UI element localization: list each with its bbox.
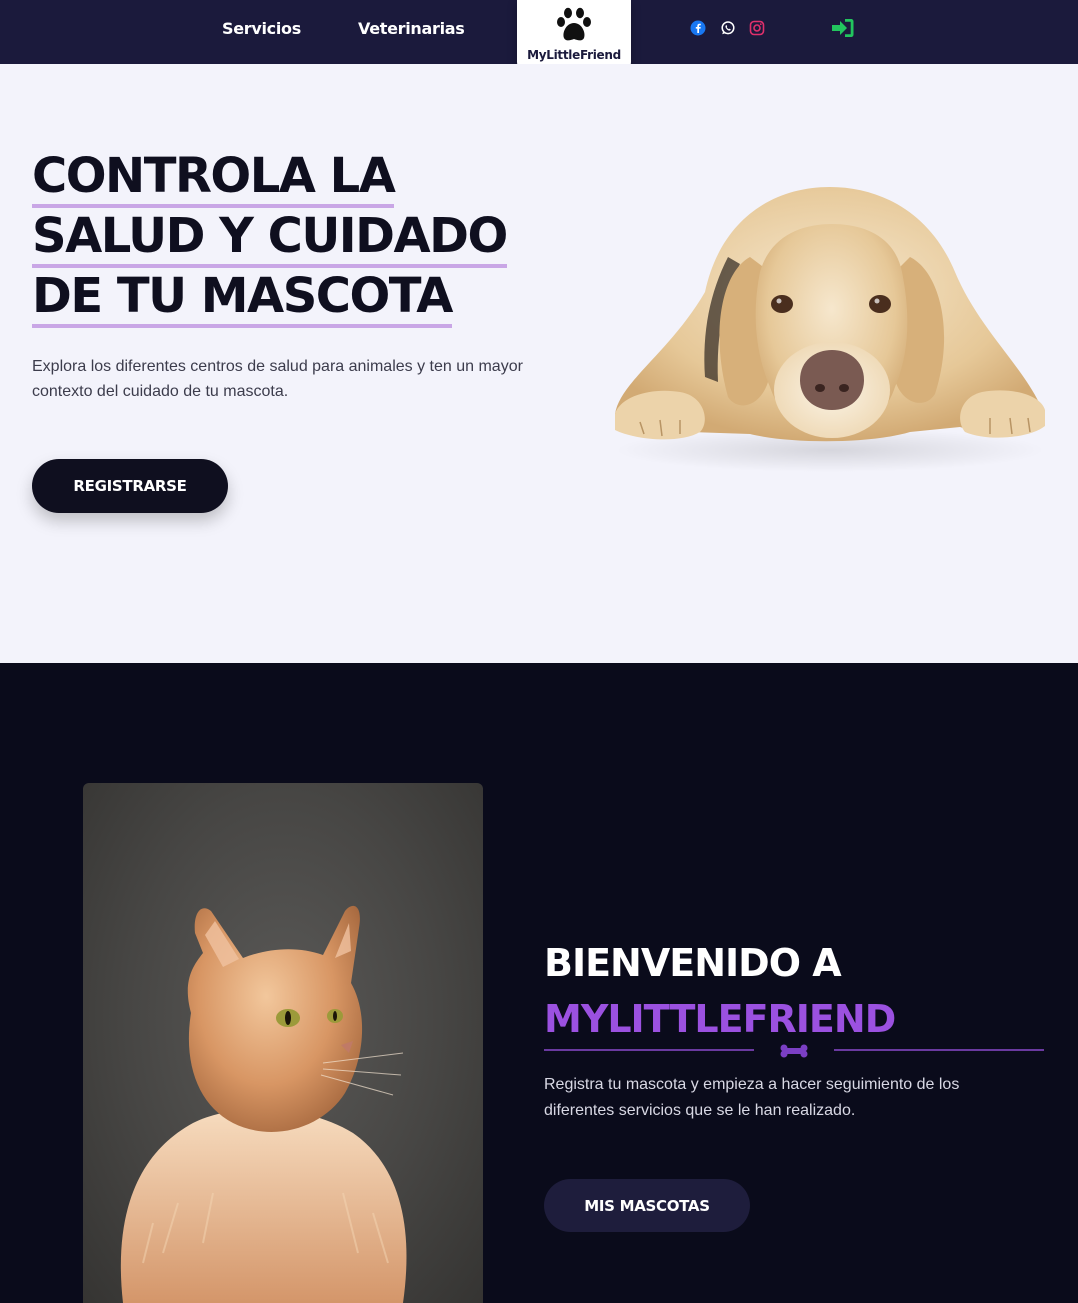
bone-icon [780, 1044, 808, 1058]
cat-image [83, 783, 483, 1303]
hero-title-line: DE TU MASCOTA [32, 268, 453, 328]
hero-section: CONTROLA LA SALUD Y CUIDADO DE TU MASCOT… [0, 64, 1078, 663]
welcome-title: BIENVENIDO A MYLITTLEFRIEND [544, 935, 896, 1047]
nav-link-servicios[interactable]: Servicios [222, 19, 301, 38]
facebook-icon[interactable] [690, 20, 706, 36]
welcome-text: Registra tu mascota y empieza a hacer se… [544, 1076, 960, 1119]
welcome-title-line: BIENVENIDO A [544, 941, 842, 985]
hero-title-line: SALUD Y CUIDADO [32, 208, 508, 268]
nav-link-veterinarias[interactable]: Veterinarias [358, 19, 465, 38]
sign-in-icon[interactable] [831, 17, 855, 39]
my-pets-button[interactable]: MIS MASCOTAS [544, 1179, 750, 1232]
logo[interactable]: MyLittleFriend [517, 0, 631, 74]
hero-title-line: CONTROLA LA [32, 148, 396, 208]
register-button[interactable]: REGISTRARSE [32, 459, 228, 513]
whatsapp-icon[interactable] [720, 20, 736, 36]
hero-title: CONTROLA LA SALUD Y CUIDADO DE TU MASCOT… [32, 146, 532, 328]
paw-icon [557, 7, 591, 41]
divider [834, 1049, 1044, 1051]
navbar: Servicios Veterinarias MyLittleFriend [0, 0, 1078, 74]
logo-text: MyLittleFriend [527, 48, 621, 62]
welcome-section: BIENVENIDO A MYLITTLEFRIEND Registra tu … [0, 663, 1078, 1303]
welcome-brand: MYLITTLEFRIEND [544, 997, 896, 1041]
divider [544, 1049, 754, 1051]
hero-subtitle: Explora los diferentes centros de salud … [32, 358, 523, 400]
cat-illustration [120, 905, 407, 1303]
instagram-icon[interactable] [749, 20, 765, 36]
dog-image [615, 187, 1045, 472]
